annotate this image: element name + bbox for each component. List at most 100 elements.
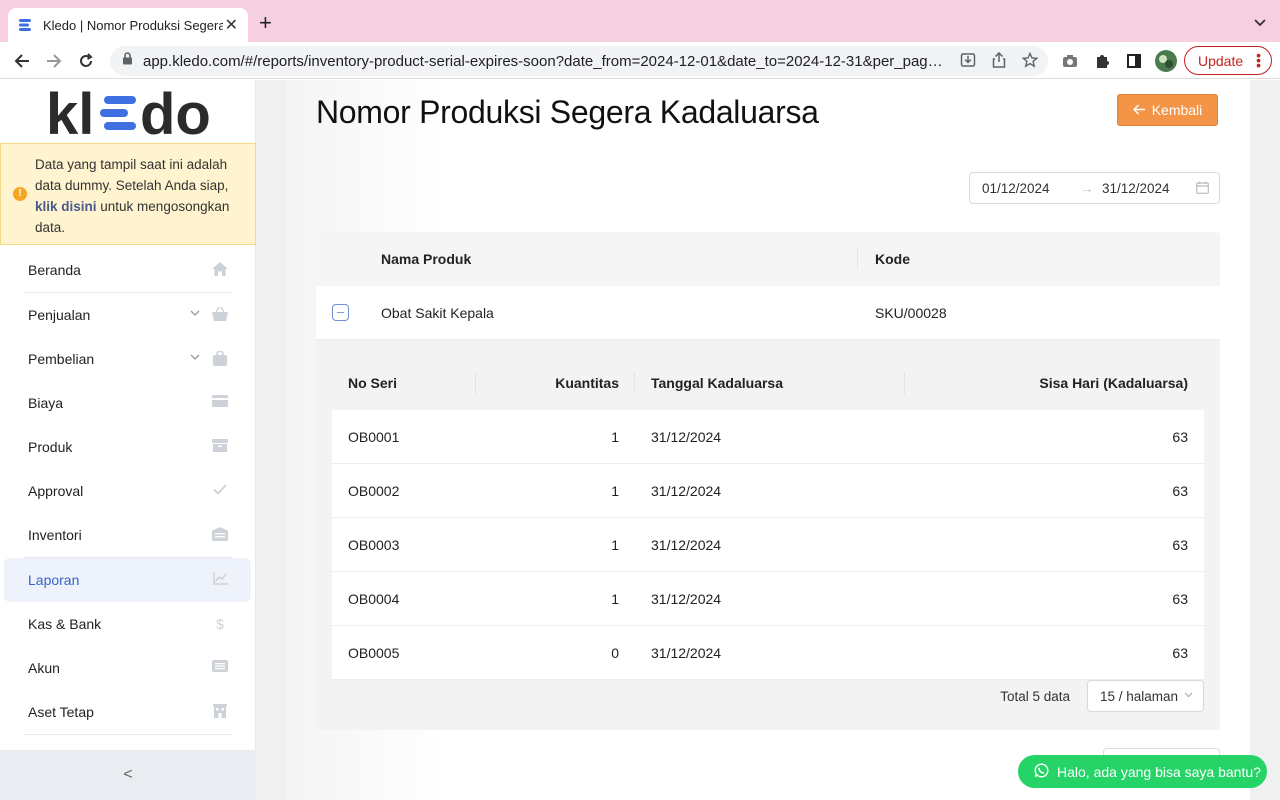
chevron-down-icon bbox=[1184, 690, 1193, 701]
serial-table-header: No Seri Kuantitas Tanggal Kadaluarsa Sis… bbox=[332, 356, 1204, 410]
clear-data-link[interactable]: klik disini bbox=[35, 199, 97, 214]
browser-toolbar: app.kledo.com/#/reports/inventory-produc… bbox=[0, 42, 1280, 79]
tab-search-chevron-icon[interactable] bbox=[1254, 14, 1266, 32]
page-size-value: 15 / halaman bbox=[1100, 689, 1179, 704]
new-tab-icon[interactable]: + bbox=[259, 12, 272, 34]
sidebar-item-akun[interactable]: Akun bbox=[0, 646, 256, 690]
side-panel-icon[interactable] bbox=[1123, 50, 1145, 72]
chevron-left-icon: < bbox=[123, 766, 133, 783]
sidebar-item-label: Penjualan bbox=[28, 307, 91, 323]
days-left-cell: 63 bbox=[1172, 537, 1188, 553]
header-divider bbox=[634, 372, 635, 394]
page-size-select[interactable]: 15 / halaman bbox=[1087, 680, 1204, 712]
date-to-input[interactable]: 31/12/2024 bbox=[1102, 181, 1170, 196]
sidebar-item-penjualan[interactable]: Penjualan bbox=[0, 293, 256, 337]
table-row: OB0004 1 31/12/2024 63 bbox=[332, 572, 1204, 626]
days-left-cell: 63 bbox=[1172, 591, 1188, 607]
whatsapp-label: Halo, ada yang bisa saya bantu? bbox=[1057, 763, 1261, 780]
bag-icon bbox=[212, 350, 228, 367]
dollar-icon: $ bbox=[216, 616, 224, 632]
sidebar-item-approval[interactable]: Approval bbox=[0, 469, 256, 513]
expiry-cell: 31/12/2024 bbox=[651, 429, 722, 445]
calendar-icon bbox=[1196, 181, 1209, 197]
header-quantity: Kuantitas bbox=[555, 375, 619, 391]
expiry-cell: 31/12/2024 bbox=[651, 537, 722, 553]
header-product-name: Nama Produk bbox=[381, 251, 472, 267]
sidebar-item-inventori[interactable]: Inventori bbox=[0, 513, 256, 557]
card-icon bbox=[212, 395, 228, 411]
sidebar-item-label: Biaya bbox=[28, 395, 64, 411]
serial-cell: OB0003 bbox=[348, 537, 400, 553]
serial-cell: OB0002 bbox=[348, 483, 400, 499]
camera-extension-icon[interactable] bbox=[1059, 50, 1081, 72]
back-arrow-icon[interactable] bbox=[11, 50, 33, 72]
tab-title: Kledo | Nomor Produksi Segera Kadaluarsa bbox=[43, 17, 223, 33]
expiry-cell: 31/12/2024 bbox=[651, 483, 722, 499]
browser-tab-bar: Kledo | Nomor Produksi Segera Kadaluarsa… bbox=[0, 0, 1280, 42]
table-row[interactable]: – Obat Sakit Kepala SKU/00028 bbox=[316, 286, 1220, 340]
chevron-down-icon bbox=[190, 351, 200, 363]
table-row: OB0005 0 31/12/2024 63 bbox=[332, 626, 1204, 680]
svg-text:kl: kl bbox=[46, 86, 94, 138]
svg-text:do: do bbox=[140, 86, 210, 138]
quantity-cell: 1 bbox=[611, 429, 619, 445]
tab-close-icon[interactable]: ✕ bbox=[225, 15, 238, 35]
sidebar-item-label: Beranda bbox=[28, 262, 81, 278]
total-data-label: Total 5 data bbox=[1000, 689, 1070, 704]
dummy-data-notice: ! Data yang tampil saat ini adalah data … bbox=[0, 143, 256, 245]
bookmark-star-icon[interactable] bbox=[1021, 51, 1039, 73]
expiry-cell: 31/12/2024 bbox=[651, 645, 722, 661]
whatsapp-chat-button[interactable]: Halo, ada yang bisa saya bantu? bbox=[1018, 755, 1267, 788]
days-left-cell: 63 bbox=[1172, 429, 1188, 445]
home-icon bbox=[212, 262, 228, 278]
list-icon bbox=[212, 660, 228, 676]
browser-menu-icon[interactable]: • • • bbox=[1256, 48, 1261, 72]
sidebar-item-produk[interactable]: Produk bbox=[0, 425, 256, 469]
back-button-label: Kembali bbox=[1151, 102, 1203, 118]
serial-cell: OB0004 bbox=[348, 591, 400, 607]
sidebar-item-pembelian[interactable]: Pembelian bbox=[0, 337, 256, 381]
reload-icon[interactable] bbox=[75, 50, 97, 72]
sidebar-item-beranda[interactable]: Beranda bbox=[0, 248, 256, 292]
warehouse-icon bbox=[212, 527, 228, 543]
notice-text: Data yang tampil saat ini adalah data du… bbox=[35, 157, 229, 193]
sidebar-item-aset-tetap[interactable]: Aset Tetap bbox=[0, 690, 256, 734]
days-left-cell: 63 bbox=[1172, 483, 1188, 499]
expiry-cell: 31/12/2024 bbox=[651, 591, 722, 607]
pagination: Total 5 data 15 / halaman bbox=[332, 680, 1204, 714]
arrow-left-icon bbox=[1132, 102, 1146, 118]
date-from-input[interactable]: 01/12/2024 bbox=[982, 181, 1050, 196]
sidebar-item-label: Akun bbox=[28, 660, 60, 676]
quantity-cell: 1 bbox=[611, 483, 619, 499]
back-button[interactable]: Kembali bbox=[1117, 94, 1218, 126]
forward-arrow-icon[interactable] bbox=[43, 50, 65, 72]
collapse-row-icon[interactable]: – bbox=[332, 304, 349, 321]
menu-divider bbox=[24, 734, 232, 735]
warning-icon: ! bbox=[13, 187, 27, 201]
sidebar-item-laporan[interactable]: Laporan bbox=[4, 558, 251, 602]
header-code: Kode bbox=[875, 251, 910, 267]
sidebar-collapse-button[interactable]: < bbox=[0, 750, 256, 800]
update-button[interactable]: Update • • • bbox=[1184, 46, 1272, 75]
url-text: app.kledo.com/#/reports/inventory-produc… bbox=[143, 52, 943, 70]
main-content: Nomor Produksi Segera Kadaluarsa Kembali… bbox=[286, 80, 1250, 800]
product-code-cell: SKU/00028 bbox=[875, 305, 947, 321]
browser-tab[interactable]: Kledo | Nomor Produksi Segera Kadaluarsa… bbox=[8, 8, 248, 42]
sidebar-item-kas-bank[interactable]: Kas & Bank $ bbox=[0, 602, 256, 646]
share-icon[interactable] bbox=[992, 51, 1006, 73]
extensions-puzzle-icon[interactable] bbox=[1091, 50, 1113, 72]
product-name-cell: Obat Sakit Kepala bbox=[381, 305, 494, 321]
date-range-picker[interactable]: 01/12/2024 → 31/12/2024 bbox=[969, 172, 1220, 204]
address-bar[interactable]: app.kledo.com/#/reports/inventory-produc… bbox=[110, 46, 1048, 76]
header-expiry-date: Tanggal Kadaluarsa bbox=[651, 375, 784, 391]
kledo-logo[interactable]: kl do bbox=[46, 84, 210, 138]
profile-avatar[interactable] bbox=[1155, 50, 1177, 72]
page-title: Nomor Produksi Segera Kadaluarsa bbox=[316, 94, 819, 130]
install-icon[interactable] bbox=[960, 52, 976, 73]
quantity-cell: 1 bbox=[611, 537, 619, 553]
arrow-right-icon: → bbox=[1080, 180, 1094, 196]
sidebar-item-label: Pembelian bbox=[28, 351, 95, 367]
sidebar-item-biaya[interactable]: Biaya bbox=[0, 381, 256, 425]
sidebar-item-label: Aset Tetap bbox=[28, 704, 94, 720]
box-icon bbox=[212, 439, 228, 455]
